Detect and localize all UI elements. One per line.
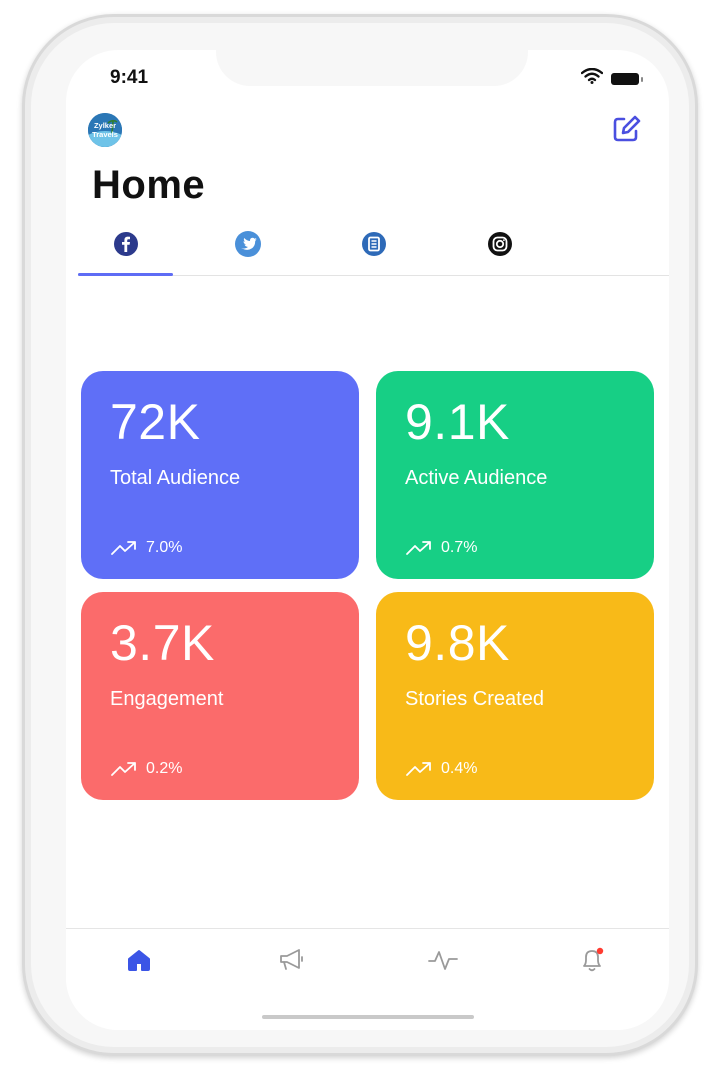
stat-label: Engagement — [110, 688, 224, 710]
twitter-icon — [234, 230, 262, 263]
trend-percent: 0.2% — [146, 760, 183, 777]
instagram-icon — [487, 231, 513, 262]
stat-value: 72K — [110, 394, 201, 450]
stat-card-stories-created[interactable]: 9.8K Stories Created 0.4% — [376, 592, 654, 800]
status-time: 9:41 — [110, 67, 149, 88]
wifi-icon — [580, 67, 604, 89]
home-icon — [126, 948, 152, 977]
zylker-travels-logo[interactable]: Zylker Travels — [88, 113, 122, 147]
stat-value: 9.1K — [405, 394, 510, 450]
notch — [216, 50, 528, 86]
nav-activity[interactable] — [423, 945, 463, 979]
home-indicator — [262, 1015, 474, 1019]
battery-icon — [611, 72, 643, 85]
phone-screen: 9:41 Zylker Travels Home 72K Total Audie… — [66, 50, 669, 1030]
facebook-icon — [113, 231, 139, 262]
notification-dot — [596, 947, 604, 954]
nav-home[interactable] — [119, 945, 159, 979]
trend-percent: 7.0% — [146, 539, 183, 556]
stat-value: 9.8K — [405, 615, 510, 671]
stat-card-engagement[interactable]: 3.7K Engagement 0.2% — [81, 592, 359, 800]
page-title: Home — [92, 163, 206, 207]
stat-label: Active Audience — [405, 467, 548, 489]
stat-trend: 0.2% — [110, 760, 182, 778]
megaphone-icon — [277, 947, 307, 978]
stat-trend: 0.7% — [405, 539, 477, 557]
stat-trend: 0.4% — [405, 760, 477, 778]
stat-card-active-audience[interactable]: 9.1K Active Audience 0.7% — [376, 371, 654, 579]
tab-instagram[interactable] — [485, 231, 515, 261]
tab-page[interactable] — [359, 231, 389, 261]
social-tabs — [78, 225, 669, 276]
stat-value: 3.7K — [110, 615, 215, 671]
nav-notifications[interactable] — [573, 945, 613, 979]
logo-text-line1: Zylker — [94, 121, 116, 130]
status-icons — [580, 67, 643, 89]
logo-text-line2: Travels — [92, 130, 118, 139]
nav-campaigns[interactable] — [272, 945, 312, 979]
stat-label: Stories Created — [405, 688, 544, 710]
trending-up-icon — [405, 540, 433, 556]
selected-tab-indicator — [78, 273, 173, 276]
tab-twitter[interactable] — [233, 230, 263, 263]
stat-label: Total Audience — [110, 467, 241, 489]
bell-icon — [578, 946, 608, 979]
trend-percent: 0.7% — [441, 539, 478, 556]
trending-up-icon — [110, 761, 138, 777]
compose-icon[interactable] — [611, 114, 641, 144]
trend-percent: 0.4% — [441, 760, 478, 777]
activity-icon — [427, 947, 459, 978]
tab-facebook[interactable] — [111, 231, 141, 261]
stat-trend: 7.0% — [110, 539, 182, 557]
trending-up-icon — [405, 761, 433, 777]
trending-up-icon — [110, 540, 138, 556]
stat-card-total-audience[interactable]: 72K Total Audience 7.0% — [81, 371, 359, 579]
page-icon — [361, 231, 387, 262]
